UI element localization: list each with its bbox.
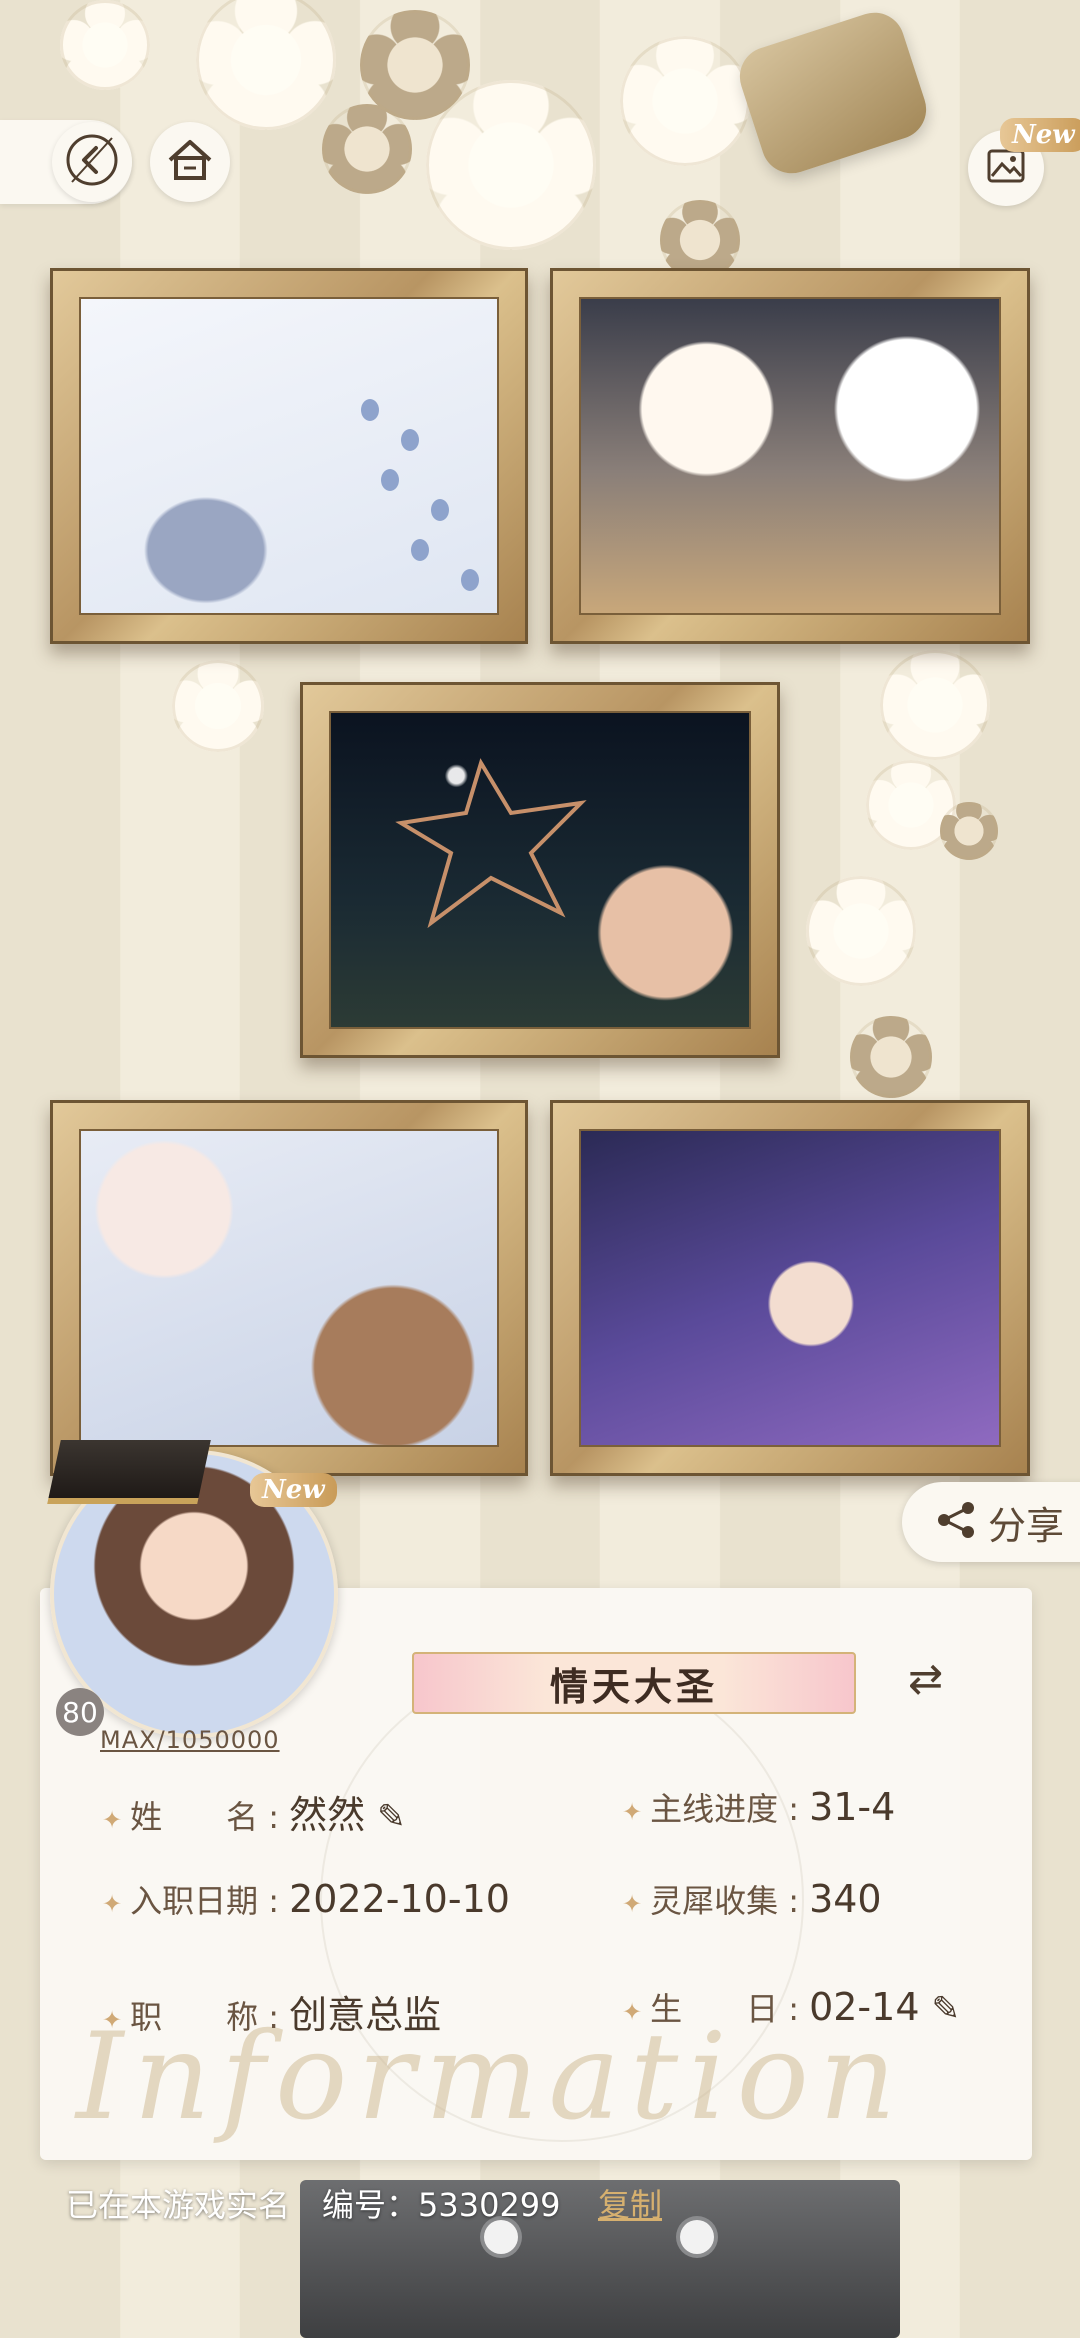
collection-label: 灵犀收集 : xyxy=(650,1882,800,1920)
share-icon xyxy=(934,1498,978,1546)
back-button[interactable] xyxy=(52,122,132,202)
flower-decoration xyxy=(940,802,998,860)
photo-frame-snowman-gloves[interactable] xyxy=(50,1100,528,1476)
flower-decoration xyxy=(806,876,916,986)
flower-decoration xyxy=(172,660,264,752)
home-icon xyxy=(164,134,216,190)
job-title-value: 创意总监 xyxy=(289,1993,442,2037)
mainline-label: 主线进度 : xyxy=(650,1790,800,1828)
hanging-lamp-decoration xyxy=(732,4,934,182)
photo-frame-snow-footprints[interactable] xyxy=(50,268,528,644)
home-button[interactable] xyxy=(150,122,230,202)
star-bullet-icon: ✦ xyxy=(102,1806,123,1834)
avatar-new-badge: New xyxy=(250,1473,337,1507)
star-bullet-icon: ✦ xyxy=(102,2006,123,2034)
share-button[interactable]: 分享 xyxy=(902,1482,1080,1562)
join-date-label: 入职日期 : xyxy=(130,1882,280,1920)
star-bullet-icon: ✦ xyxy=(622,1890,643,1918)
edit-name-icon[interactable]: ✎ xyxy=(377,1797,406,1837)
flower-decoration xyxy=(880,650,990,760)
star-bullet-icon: ✦ xyxy=(622,1998,643,2026)
edit-birthday-icon[interactable]: ✎ xyxy=(932,1989,961,2029)
photo-frame-holding-hands[interactable] xyxy=(550,1100,1030,1476)
flower-decoration xyxy=(360,10,470,120)
experience-text: MAX/1050000 xyxy=(100,1726,280,1754)
job-title-label: 职 称 : xyxy=(130,1998,280,2036)
photo-frame-cat-drinks[interactable] xyxy=(550,268,1030,644)
cat-drinks-photo xyxy=(579,297,1001,615)
flower-decoration xyxy=(426,80,596,250)
flower-decoration xyxy=(850,1016,932,1098)
flower-decoration xyxy=(866,760,956,850)
name-label: 姓 名 : xyxy=(130,1798,280,1836)
mainline-row: ✦ 主线进度 : 31-4 xyxy=(622,1784,895,1830)
name-value: 然然 xyxy=(289,1793,366,1837)
copy-id-link[interactable]: 复制 xyxy=(598,2180,662,2226)
birthday-label: 生 日 : xyxy=(650,1990,800,2028)
photo-frame-sparkler-star[interactable] xyxy=(300,682,780,1058)
star-bullet-icon: ✦ xyxy=(102,1890,123,1918)
collection-value: 340 xyxy=(809,1877,882,1921)
holding-hands-photo xyxy=(579,1129,1001,1447)
switch-title-button[interactable]: ⇄ xyxy=(908,1654,943,1703)
flower-decoration xyxy=(196,0,336,130)
stove-knob-decoration xyxy=(680,2220,714,2254)
swap-arrows-icon: ⇄ xyxy=(908,1654,944,1703)
join-date-row: ✦ 入职日期 : 2022-10-10 xyxy=(102,1876,510,1922)
flower-decoration xyxy=(60,0,150,90)
snow-footprints-photo xyxy=(79,297,499,615)
flower-decoration xyxy=(620,36,750,166)
sparkler-star-shape xyxy=(395,758,587,929)
snowman-gloves-photo xyxy=(79,1129,499,1447)
title-badge[interactable]: 情天大圣 xyxy=(412,1652,856,1714)
job-title-row: ✦ 职 称 : 创意总监 xyxy=(102,1984,441,2039)
collection-row: ✦ 灵犀收集 : 340 xyxy=(622,1876,882,1922)
real-name-verified-text: 已在本游戏实名 编号：5330299 xyxy=(66,2186,561,2224)
mainline-value: 31-4 xyxy=(809,1785,896,1829)
back-arrow-icon xyxy=(64,132,120,192)
flower-decoration xyxy=(322,104,412,194)
level-badge: 80 xyxy=(56,1688,104,1736)
join-date-value: 2022-10-10 xyxy=(289,1877,510,1921)
avatar-hat-decoration xyxy=(47,1440,211,1504)
sparkler-star-photo xyxy=(329,711,751,1029)
birthday-value: 02-14 xyxy=(809,1985,920,2029)
name-row: ✦ 姓 名 : 然然 ✎ xyxy=(102,1784,406,1839)
new-badge: New xyxy=(1000,118,1080,152)
star-bullet-icon: ✦ xyxy=(622,1798,643,1826)
birthday-row: ✦ 生 日 : 02-14 ✎ xyxy=(622,1984,960,2030)
share-label: 分享 xyxy=(988,1503,1065,1548)
